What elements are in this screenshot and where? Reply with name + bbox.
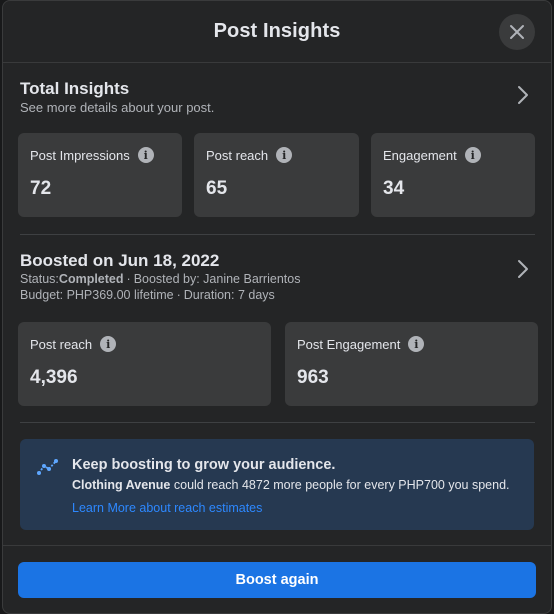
engagement-label: Engagement <box>383 147 457 163</box>
reach-estimates-link[interactable]: Learn More about reach estimates <box>72 500 518 516</box>
info-icon[interactable]: i <box>137 147 154 163</box>
total-insights-cards: Post Impressions i 72 Post reach i 65 En… <box>18 133 535 217</box>
post-impressions-label: Post Impressions <box>30 147 130 163</box>
boost-status-value: Completed <box>58 272 124 286</box>
boost-duration: Duration: 7 days <box>183 288 275 302</box>
boost-post-engagement-card: Post Engagement i 963 <box>285 322 538 406</box>
engagement-value: 34 <box>383 178 405 199</box>
boost-budget-line: Budget: PHP369.00 lifetime · Duration: 7 d… <box>20 288 275 302</box>
boost-again-button[interactable]: Boost again <box>18 562 536 598</box>
boost-post-reach-card: Post reach i 4,396 <box>18 322 271 406</box>
engagement-card: Engagement i 34 <box>371 133 535 217</box>
post-insights-dialog: Post Insights Total Insights See more de… <box>2 0 552 614</box>
boost-tip-banner: Keep boosting to grow your audience. Clo… <box>20 439 534 530</box>
info-icon[interactable]: i <box>464 147 481 163</box>
boosted-by: Boosted by: Janine Barrientos <box>133 272 301 286</box>
section-divider <box>20 422 535 423</box>
post-reach-value: 65 <box>206 178 228 199</box>
boosted-section[interactable]: Boosted on Jun 18, 2022 Status:Completed… <box>3 251 551 303</box>
boost-post-engagement-label: Post Engagement <box>297 336 401 352</box>
boost-post-engagement-value: 963 <box>297 367 329 388</box>
trend-line-icon <box>37 459 58 475</box>
boosted-cards: Post reach i 4,396 Post Engagement i 963 <box>18 322 538 406</box>
boost-post-reach-label: Post reach <box>30 336 93 352</box>
boost-post-reach-value: 4,396 <box>30 367 78 388</box>
info-icon[interactable]: i <box>276 147 293 163</box>
tip-title: Keep boosting to grow your audience. <box>72 457 336 473</box>
total-insights-subtitle: See more details about your post. <box>20 100 215 115</box>
info-icon[interactable]: i <box>408 336 425 352</box>
boost-budget: Budget: PHP369.00 lifetime <box>20 288 174 302</box>
dialog-header: Post Insights <box>3 1 551 63</box>
footer-divider <box>3 545 551 546</box>
boost-status-line: Status:Completed · Boosted by: Janine Barr… <box>20 272 301 286</box>
total-insights-title: Total Insights <box>20 79 130 98</box>
page-name: Clothing Avenue <box>72 478 171 492</box>
close-button[interactable] <box>499 14 535 50</box>
post-impressions-card: Post Impressions i 72 <box>18 133 182 217</box>
total-insights-section[interactable]: Total Insights See more details about yo… <box>3 79 551 116</box>
chevron-right-icon[interactable] <box>517 259 529 279</box>
dialog-title: Post Insights <box>213 20 341 42</box>
tip-text: Clothing Avenue could reach 4872 more pe… <box>72 478 510 492</box>
post-reach-label: Post reach <box>206 147 269 163</box>
post-reach-card: Post reach i 65 <box>194 133 359 217</box>
info-icon[interactable]: i <box>100 336 117 352</box>
post-impressions-value: 72 <box>30 178 52 199</box>
chevron-right-icon[interactable] <box>517 85 529 105</box>
close-icon <box>510 25 524 39</box>
boosted-title: Boosted on Jun 18, 2022 <box>20 251 220 270</box>
section-divider <box>20 234 535 235</box>
